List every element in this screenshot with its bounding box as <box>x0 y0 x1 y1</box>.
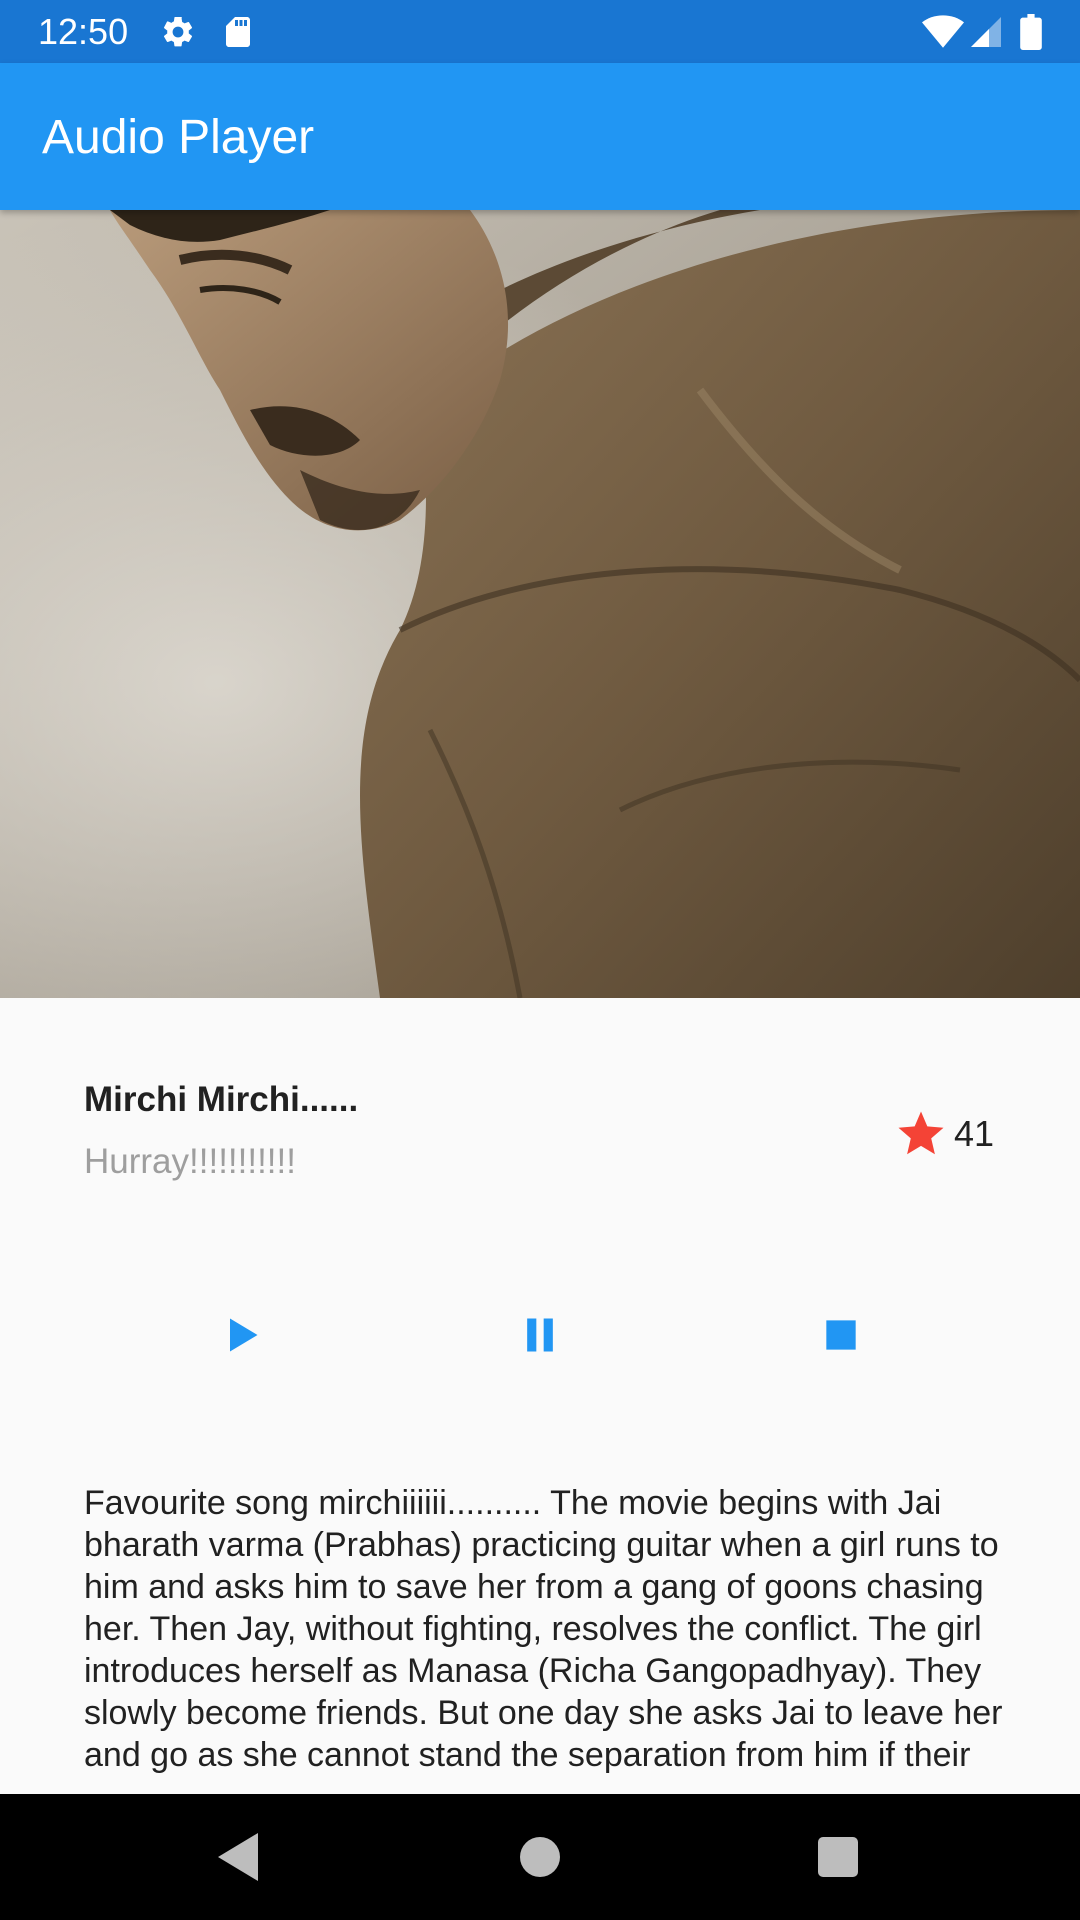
back-icon <box>218 1833 258 1881</box>
album-art-image <box>0 210 1080 998</box>
recents-icon <box>818 1837 858 1877</box>
song-description: Favourite song mirchiiiiii.......... The… <box>84 1484 1003 1774</box>
song-title: Mirchi Mirchi...... <box>84 1080 359 1119</box>
rating-count: 41 <box>954 1113 995 1154</box>
app-title: Audio Player <box>42 111 315 164</box>
playback-controls <box>0 1290 1080 1380</box>
recents-button[interactable] <box>808 1827 868 1887</box>
rating[interactable]: 41 <box>894 1106 994 1162</box>
stop-button[interactable] <box>796 1290 886 1380</box>
audio-player-screen: 12:50 Audio Player Mirchi Mirchi...... H… <box>0 0 1080 1920</box>
app-bar: Audio Player <box>0 63 1080 210</box>
pause-button[interactable] <box>495 1290 585 1380</box>
battery-icon <box>1020 14 1042 50</box>
wifi-icon <box>922 14 964 50</box>
home-icon <box>520 1837 560 1877</box>
sd-card-icon <box>220 14 256 50</box>
gear-icon <box>160 14 196 50</box>
pause-icon <box>527 1318 553 1352</box>
star-icon <box>898 1111 944 1155</box>
song-info: Mirchi Mirchi...... Hurray!!!!!!!!!!! <box>84 1078 784 1184</box>
song-subtitle: Hurray!!!!!!!!!!! <box>84 1142 296 1181</box>
play-icon <box>230 1318 258 1352</box>
home-button[interactable] <box>510 1827 570 1887</box>
back-button[interactable] <box>210 1827 270 1887</box>
status-bar: 12:50 <box>0 0 1080 63</box>
status-time: 12:50 <box>38 11 129 52</box>
signal-icon <box>968 14 1004 50</box>
play-button[interactable] <box>196 1290 286 1380</box>
navigation-bar <box>0 1794 1080 1920</box>
stop-icon <box>826 1320 856 1350</box>
